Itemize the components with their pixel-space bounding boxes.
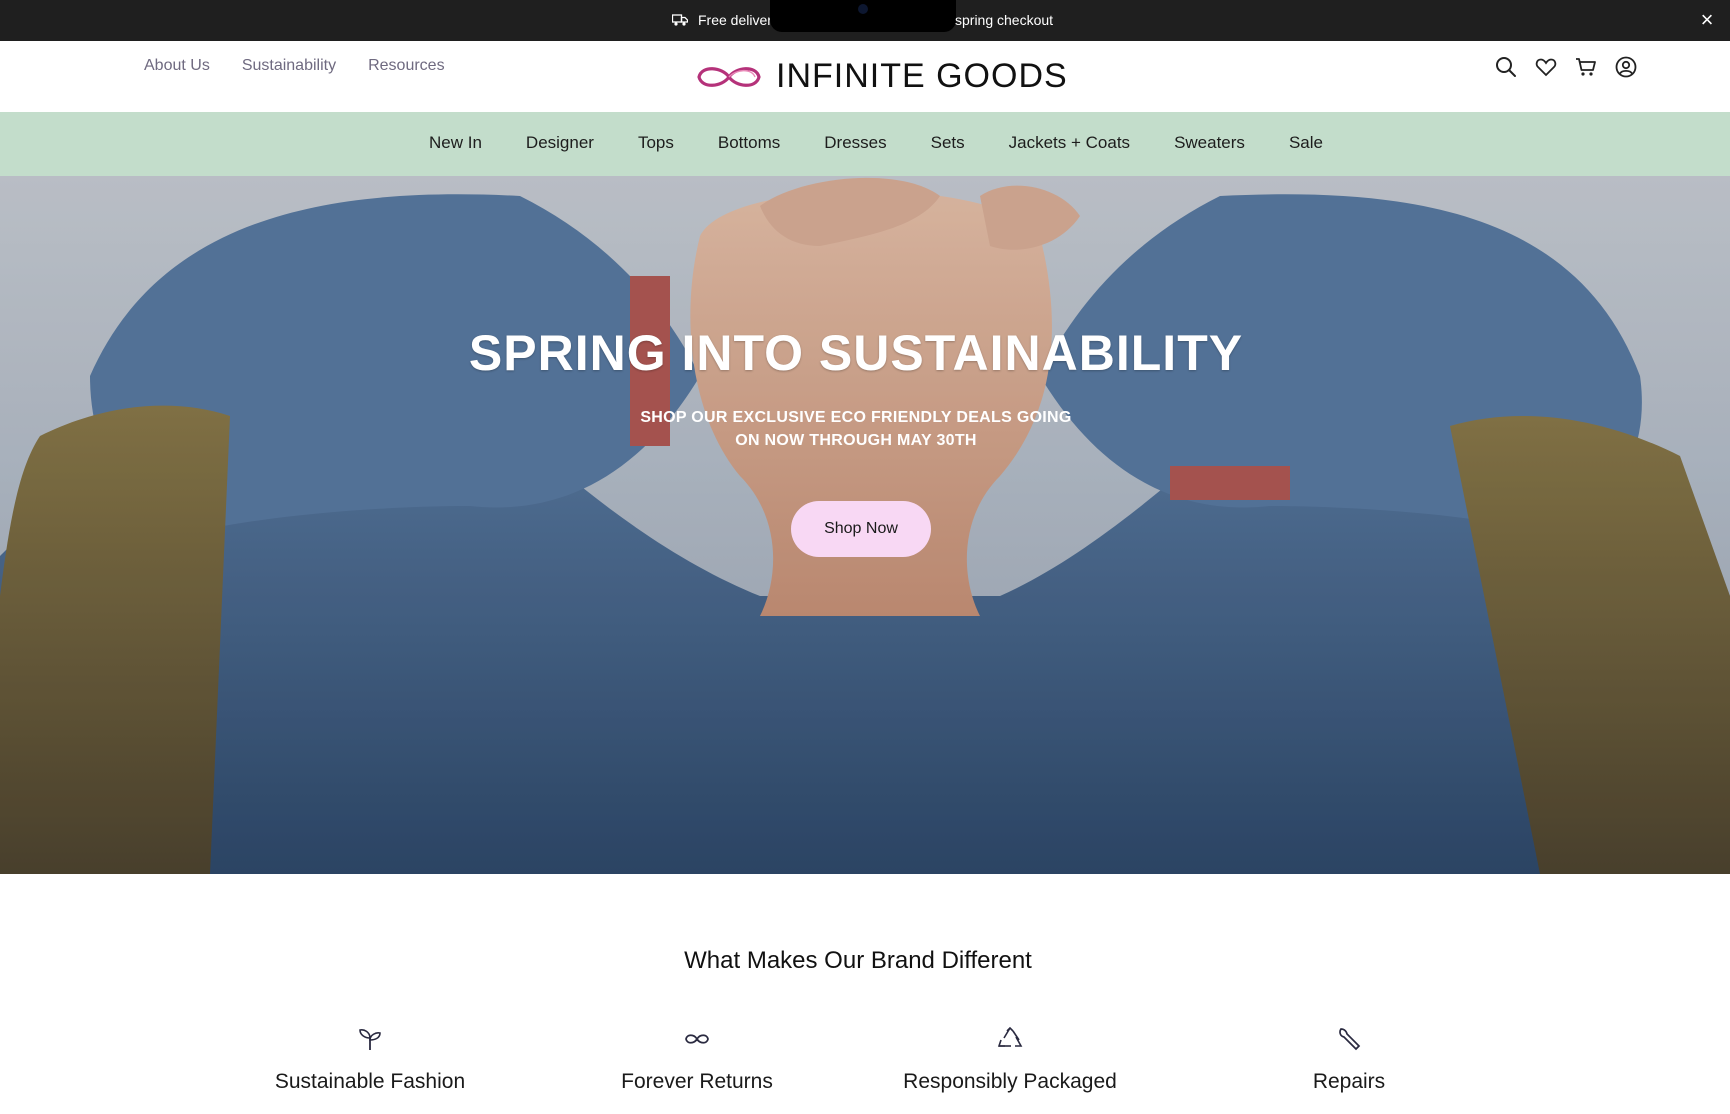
nav-item-sets[interactable]: Sets [931, 133, 965, 153]
feature-forever-returns: Forever Returns [547, 1026, 847, 1094]
nav-item-new-in[interactable]: New In [429, 133, 482, 153]
heart-icon[interactable] [1534, 55, 1558, 79]
nav-item-jackets-coats[interactable]: Jackets + Coats [1009, 133, 1130, 153]
hero-subtitle-line1: SHOP OUR EXCLUSIVE ECO FRIENDLY DEALS GO… [640, 409, 1072, 426]
shop-now-button[interactable]: Shop Now [791, 501, 931, 557]
cart-icon[interactable] [1574, 55, 1598, 79]
nav-item-bottoms[interactable]: Bottoms [718, 133, 780, 153]
category-nav: New In Designer Tops Bottoms Dresses Set… [0, 112, 1730, 176]
wrench-icon [1339, 1028, 1361, 1051]
infinity-icon [685, 1034, 709, 1044]
camera-dot [858, 4, 868, 14]
nav-item-dresses[interactable]: Dresses [824, 133, 886, 153]
top-links: About Us Sustainability Resources [144, 57, 445, 75]
recycle-icon [997, 1026, 1023, 1047]
feature-repairs: Repairs [1199, 1026, 1499, 1094]
announcement-text-right: spring checkout [955, 12, 1054, 28]
sprout-icon [359, 1029, 381, 1050]
hero-subtitle: SHOP OUR EXCLUSIVE ECO FRIENDLY DEALS GO… [0, 406, 1712, 452]
logo[interactable]: INFINITE GOODS [694, 57, 1068, 96]
feature-name: Sustainable Fashion [274, 1070, 466, 1093]
top-link-resources[interactable]: Resources [368, 57, 444, 75]
logo-text: INFINITE GOODS [776, 57, 1068, 95]
feature-sustainable-fashion: Sustainable Fashion [220, 1026, 520, 1094]
feature-name: Responsibly Packaged [903, 1070, 1117, 1093]
nav-item-sale[interactable]: Sale [1289, 133, 1323, 153]
hero-banner: SPRING INTO SUSTAINABILITY SHOP OUR EXCL… [0, 176, 1730, 874]
announcement-bar: Free deliver spring checkout × [0, 0, 1730, 41]
hero-title: SPRING INTO SUSTAINABILITY [468, 325, 1244, 381]
account-icon[interactable] [1614, 55, 1638, 79]
delivery-truck-icon [672, 14, 688, 26]
announcement-text-left: Free deliver [698, 12, 772, 28]
announcement-left: Free deliver [672, 12, 772, 28]
page: Free deliver spring checkout × About Us … [0, 0, 1730, 1114]
nav-item-tops[interactable]: Tops [638, 133, 674, 153]
section-title: What Makes Our Brand Different [684, 947, 1032, 974]
top-link-sustainability[interactable]: Sustainability [242, 57, 336, 75]
infinity-icon [697, 66, 761, 87]
feature-responsibly-packaged: Responsibly Packaged [860, 1026, 1160, 1094]
search-icon[interactable] [1494, 55, 1518, 79]
features-row: Sustainable Fashion Forever Returns Resp… [0, 1026, 1730, 1114]
header-icons [1494, 55, 1638, 79]
nav-item-designer[interactable]: Designer [526, 133, 594, 153]
nav-item-sweaters[interactable]: Sweaters [1174, 133, 1245, 153]
hero-subtitle-line2: ON NOW THROUGH MAY 30TH [735, 432, 977, 449]
close-icon[interactable]: × [1696, 9, 1718, 32]
feature-name: Repairs [1312, 1070, 1386, 1093]
site-header: About Us Sustainability Resources INFINI… [0, 41, 1730, 112]
top-link-about-us[interactable]: About Us [144, 57, 210, 75]
feature-name: Forever Returns [621, 1070, 773, 1093]
